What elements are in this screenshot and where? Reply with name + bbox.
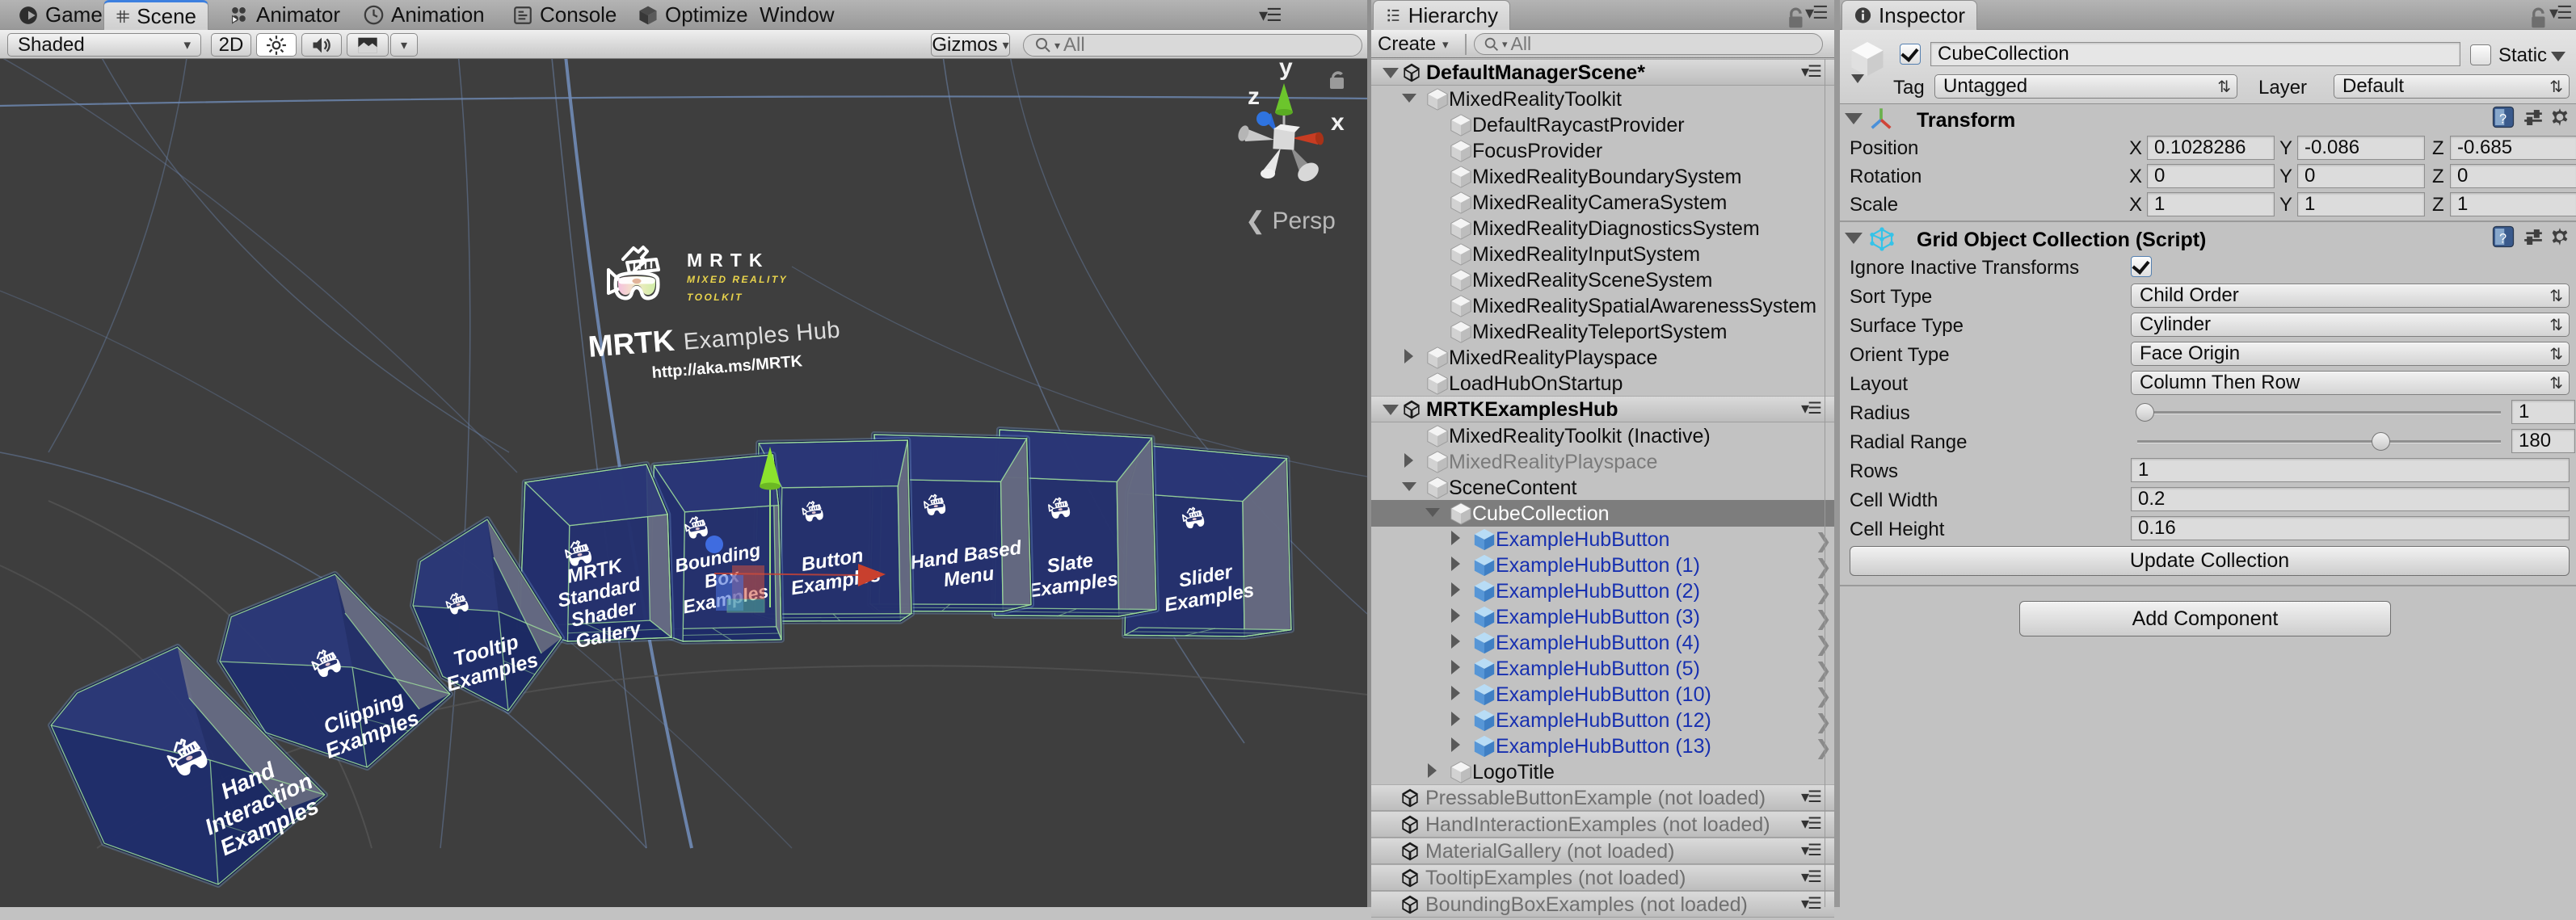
svg-text:?: ? [2499, 112, 2507, 127]
svg-text:x: x [1331, 109, 1345, 136]
svg-text:MIXED REALITY: MIXED REALITY [687, 274, 788, 285]
svg-text:y: y [1279, 59, 1293, 81]
svg-text:MRTK: MRTK [587, 324, 676, 363]
svg-text:z: z [1248, 83, 1260, 110]
svg-text:❮ Persp: ❮ Persp [1245, 208, 1336, 235]
svg-text:?: ? [2499, 232, 2507, 246]
svg-text:MRTK: MRTK [687, 250, 769, 271]
svg-text:TOOLKIT: TOOLKIT [687, 292, 743, 303]
